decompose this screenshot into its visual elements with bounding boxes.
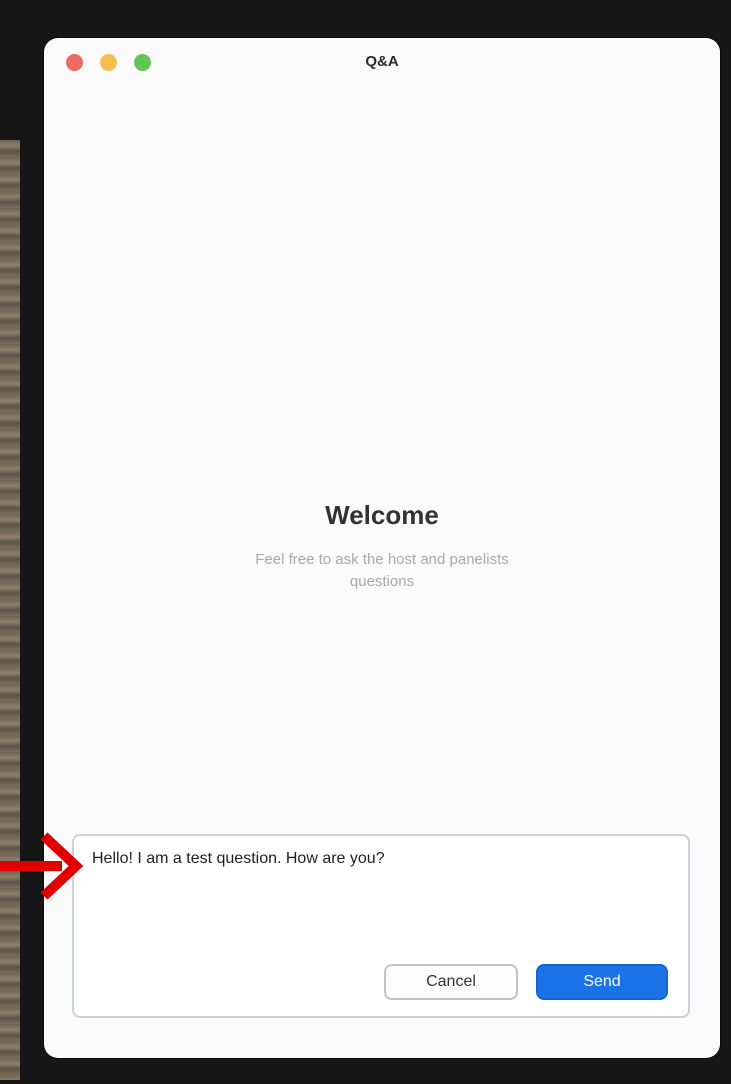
welcome-title: Welcome [325, 500, 439, 530]
title-bar: Q&A [44, 38, 720, 88]
window-title: Q&A [365, 53, 399, 70]
arrow-right-icon [0, 832, 84, 900]
qa-window: Q&A Welcome Feel free to ask the host an… [44, 38, 720, 1058]
desktop-background: Q&A Welcome Feel free to ask the host an… [0, 0, 731, 1084]
question-composer: Hello! I am a test question. How are you… [72, 834, 690, 1018]
send-button[interactable]: Send [536, 964, 668, 1000]
question-input[interactable]: Hello! I am a test question. How are you… [92, 850, 672, 950]
welcome-subtitle: Feel free to ask the host and panelists … [255, 551, 509, 590]
welcome-panel: Welcome Feel free to ask the host and pa… [44, 500, 720, 593]
cancel-button[interactable]: Cancel [384, 964, 518, 1000]
desktop-wallpaper-strip [0, 140, 20, 1080]
